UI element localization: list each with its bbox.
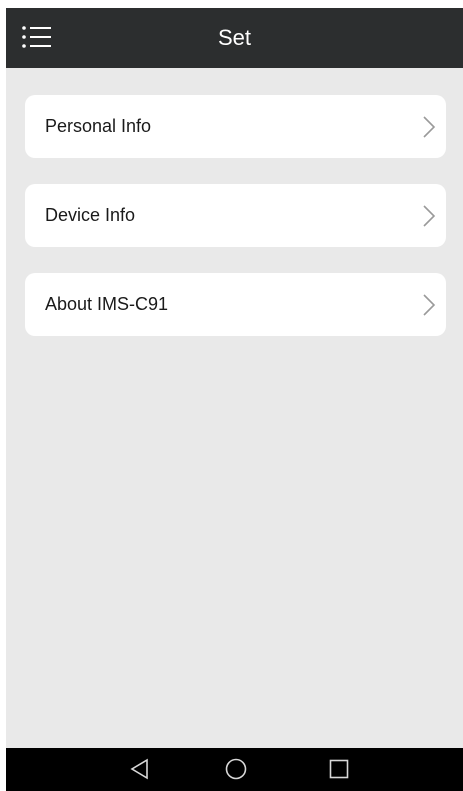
- home-button[interactable]: [214, 748, 258, 791]
- settings-item-device-info[interactable]: Device Info: [25, 184, 446, 247]
- settings-item-label: Device Info: [45, 205, 136, 225]
- app-screen: Set Personal Info Device Info About IMS-…: [6, 8, 463, 791]
- chevron-right-icon: [422, 204, 436, 228]
- settings-list: Personal Info Device Info About IMS-C91: [25, 95, 446, 362]
- settings-item-label: About IMS-C91: [45, 294, 169, 314]
- recent-apps-button[interactable]: [317, 748, 361, 791]
- system-navigation-bar: [6, 748, 463, 791]
- page-title: Set: [217, 25, 252, 50]
- top-app-bar: Set: [6, 8, 463, 68]
- settings-item-label: Personal Info: [45, 116, 152, 136]
- settings-item-personal-info[interactable]: Personal Info: [25, 95, 446, 158]
- back-button[interactable]: [118, 748, 162, 791]
- back-triangle-icon: [130, 758, 148, 780]
- chevron-right-icon: [422, 115, 436, 139]
- settings-item-about[interactable]: About IMS-C91: [25, 273, 446, 336]
- chevron-right-icon: [422, 293, 436, 317]
- recent-apps-square-icon: [329, 759, 349, 779]
- home-circle-icon: [225, 758, 247, 780]
